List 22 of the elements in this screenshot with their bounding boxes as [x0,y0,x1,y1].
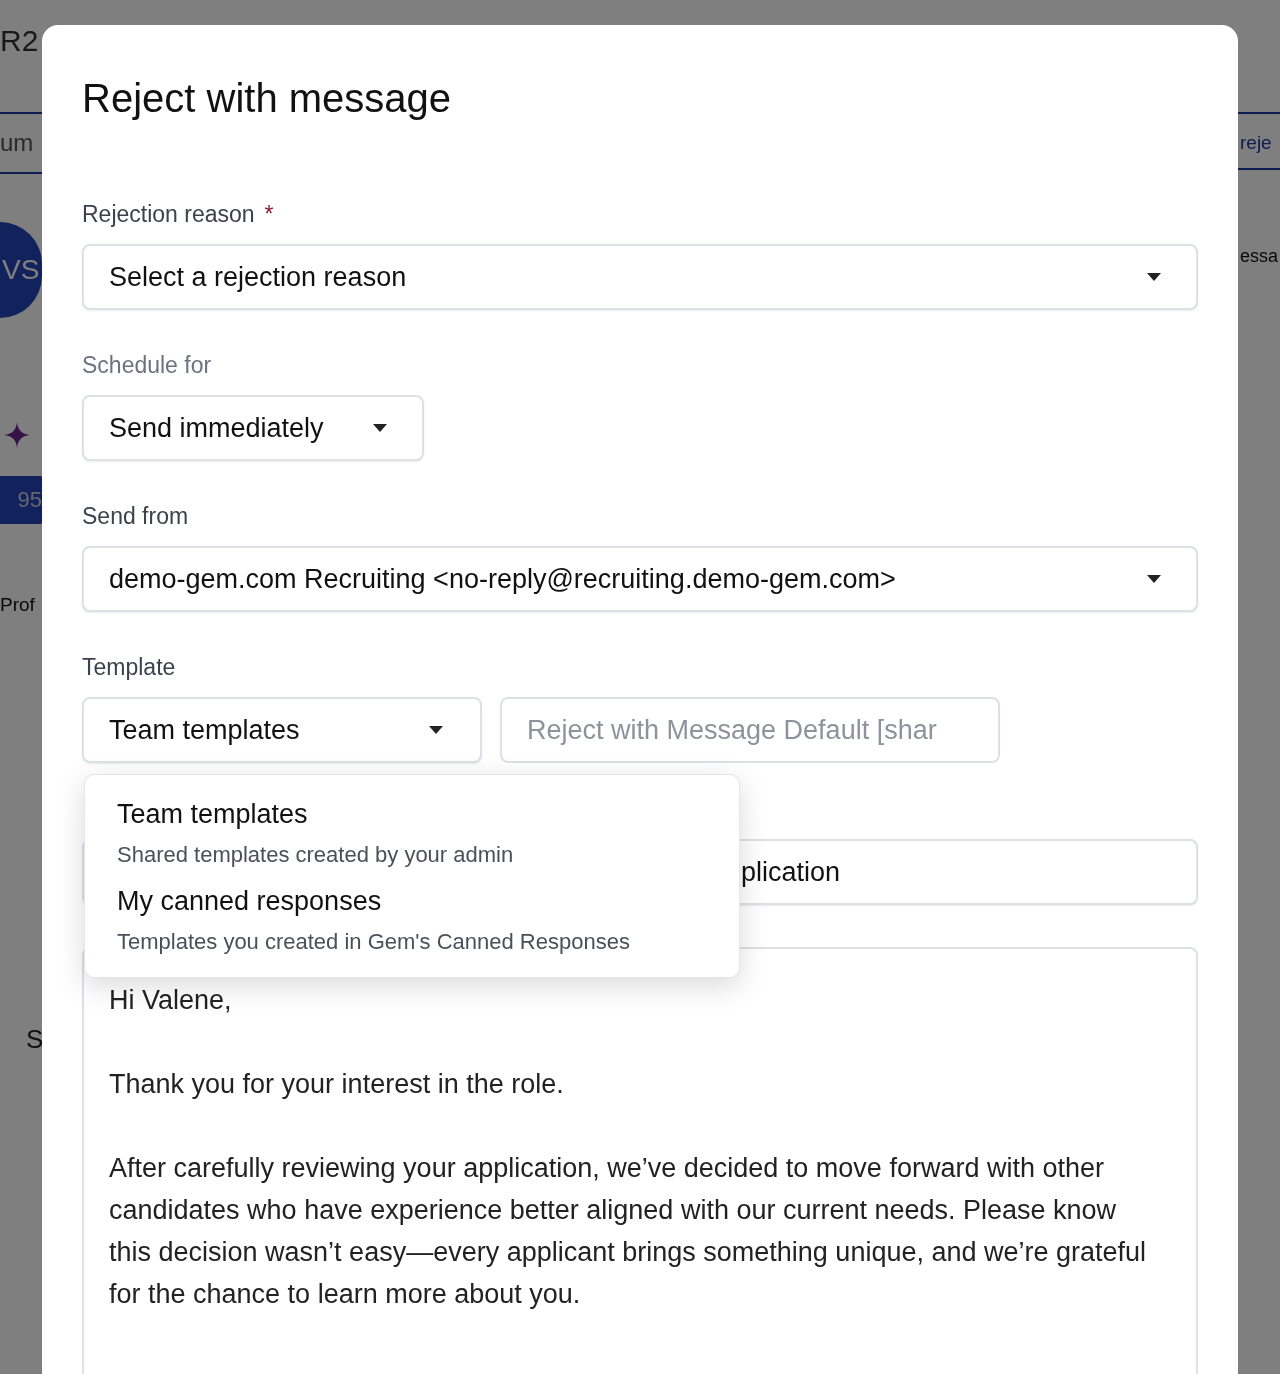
caret-icon [1146,574,1162,584]
avatar: VS [0,222,42,318]
sparkle-icon [4,422,30,448]
caret-icon [428,725,444,735]
caret-icon [372,423,388,433]
field-label: Template [82,654,176,681]
menu-item[interactable]: Team templates [117,799,707,830]
heading: essa [1240,246,1279,267]
menu-item-description: Shared templates created by your admin [117,842,515,868]
send-from-dropdown[interactable]: demo-gem.com Recruiting <no-reply@recruiting.demo-gem.com> [82,546,1198,612]
field-label: Schedule for [82,352,212,379]
schedule-dropdown[interactable]: Send immediately [82,395,424,461]
field-label: Rejection reason [82,201,255,228]
rejection-reason-dropdown[interactable]: Select a rejection reason [82,244,1198,310]
field-label: Send from [82,503,189,530]
section-label: S [26,1024,44,1055]
dialog-title: Reject with message [82,75,453,121]
menu-item[interactable]: My canned responses [117,886,707,917]
section-title: Prof [0,594,35,616]
required-mark: * [264,201,274,228]
caret-icon [1146,272,1162,282]
page-title: R2 [0,24,39,58]
